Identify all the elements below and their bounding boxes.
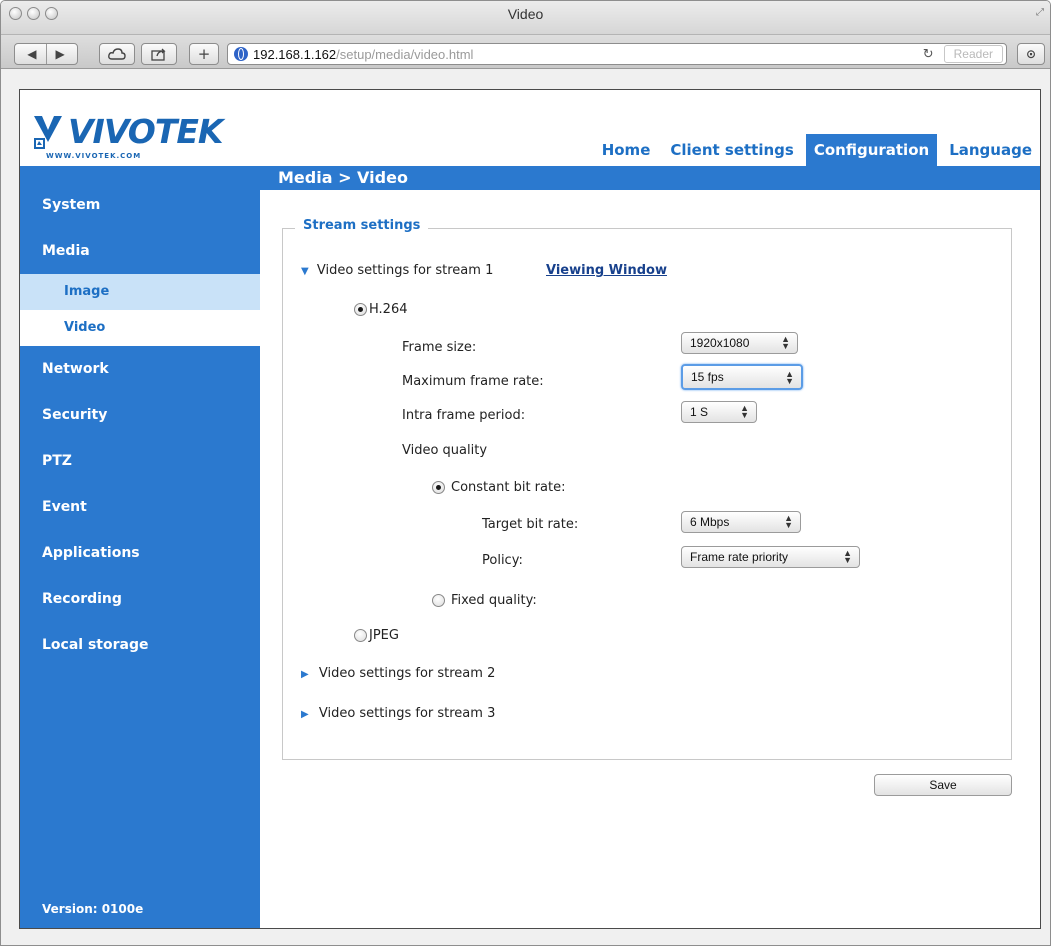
sidebar-item-applications[interactable]: Applications xyxy=(20,530,260,576)
top-navigation: Home Client settings Configuration Langu… xyxy=(590,134,1040,166)
vivotek-logo[interactable]: VIVOTEK WWW.VIVOTEK.COM xyxy=(32,112,257,162)
reader-button[interactable]: Reader xyxy=(943,45,1003,63)
select-arrows-icon: ▲ ▼ xyxy=(785,369,794,386)
select-arrows-icon: ▲ ▼ xyxy=(740,403,749,420)
target-bit-rate-value: 6 Mbps xyxy=(690,515,730,529)
logo-url: WWW.VIVOTEK.COM xyxy=(46,152,142,160)
fullscreen-icon[interactable]: ⤢ xyxy=(1036,7,1044,18)
sidebar-item-recording[interactable]: Recording xyxy=(20,576,260,622)
browser-toolbar: ◀ ▶ + 192.168.1.162 /setup/media/video.h… xyxy=(1,35,1050,69)
constant-bit-rate-radio[interactable] xyxy=(432,481,445,494)
web-page: VIVOTEK WWW.VIVOTEK.COM Home Client sett… xyxy=(19,89,1041,929)
sidebar-subitem-video[interactable]: Video xyxy=(20,310,260,346)
sidebar: System Media Image Video Network Securit… xyxy=(20,166,260,928)
sidebar-item-ptz[interactable]: PTZ xyxy=(20,438,260,484)
max-frame-rate-value: 15 fps xyxy=(691,370,724,384)
url-host: 192.168.1.162 xyxy=(253,46,337,62)
sidebar-item-security[interactable]: Security xyxy=(20,392,260,438)
fixed-quality-label: Fixed quality: xyxy=(451,593,537,608)
target-bit-rate-label: Target bit rate: xyxy=(482,517,579,532)
downloads-icon: ⊙ xyxy=(1025,47,1037,61)
fixed-quality-radio[interactable] xyxy=(432,594,445,607)
stream-settings-legend: Stream settings xyxy=(295,218,429,233)
page-header: VIVOTEK WWW.VIVOTEK.COM Home Client sett… xyxy=(20,90,1040,166)
select-arrows-icon: ▲ ▼ xyxy=(843,548,852,565)
breadcrumb-bar: Media > Video xyxy=(260,166,1040,190)
h264-label: H.264 xyxy=(369,302,408,317)
forward-icon[interactable]: ▶ xyxy=(56,47,65,61)
jpeg-option[interactable]: JPEG xyxy=(354,628,399,643)
constant-bit-rate-label: Constant bit rate: xyxy=(451,480,566,495)
target-bit-rate-select[interactable]: 6 Mbps ▲ ▼ xyxy=(681,511,801,533)
reload-icon[interactable]: ↻ xyxy=(923,47,934,62)
policy-value: Frame rate priority xyxy=(690,550,789,564)
cloud-icon xyxy=(108,48,126,60)
frame-size-label: Frame size: xyxy=(402,340,477,355)
logo-mark-icon xyxy=(34,116,62,149)
policy-select[interactable]: Frame rate priority ▲ ▼ xyxy=(681,546,860,568)
stream2-toggle[interactable]: ▶ Video settings for stream 2 xyxy=(301,666,495,681)
address-bar[interactable]: 192.168.1.162 /setup/media/video.html ↻ … xyxy=(227,43,1007,65)
fixed-quality-option[interactable]: Fixed quality: xyxy=(432,593,537,608)
sidebar-item-system[interactable]: System xyxy=(20,182,260,228)
jpeg-label: JPEG xyxy=(369,628,399,643)
title-bar: Video ⤢ xyxy=(1,1,1050,35)
jpeg-radio[interactable] xyxy=(354,629,367,642)
select-arrows-icon: ▲ ▼ xyxy=(784,513,793,530)
chevron-right-icon: ▶ xyxy=(301,669,309,680)
version-label: Version: 0100e xyxy=(42,902,144,916)
stream3-label: Video settings for stream 3 xyxy=(318,706,496,721)
logo-wordmark: VIVOTEK xyxy=(68,112,223,151)
stream1-label: Video settings for stream 1 xyxy=(316,263,494,278)
window-title: Video xyxy=(507,6,544,22)
intra-frame-period-value: 1 S xyxy=(690,405,709,419)
url-path: /setup/media/video.html xyxy=(336,46,474,62)
share-button[interactable] xyxy=(141,43,177,65)
sidebar-item-media[interactable]: Media xyxy=(20,228,260,274)
stream3-toggle[interactable]: ▶ Video settings for stream 3 xyxy=(301,706,495,721)
chevron-down-icon: ▼ xyxy=(301,266,309,277)
max-frame-rate-select[interactable]: 15 fps ▲ ▼ xyxy=(681,364,803,390)
browser-window: Video ⤢ ◀ ▶ + 192.168.1.162 /setup/media… xyxy=(0,0,1051,946)
frame-size-value: 1920x1080 xyxy=(690,336,750,350)
stream1-toggle[interactable]: ▼ Video settings for stream 1 xyxy=(301,263,493,278)
back-forward-group: ◀ ▶ xyxy=(14,43,78,65)
sidebar-item-local-storage[interactable]: Local storage xyxy=(20,622,260,668)
save-button[interactable]: Save xyxy=(874,774,1012,796)
sidebar-subitem-image[interactable]: Image xyxy=(20,274,260,310)
max-frame-rate-label: Maximum frame rate: xyxy=(402,374,544,389)
intra-frame-period-label: Intra frame period: xyxy=(402,408,526,423)
icloud-tabs-button[interactable] xyxy=(99,43,135,65)
back-icon[interactable]: ◀ xyxy=(27,47,36,61)
new-tab-button[interactable]: + xyxy=(189,43,219,65)
plus-icon: + xyxy=(197,45,211,63)
tab-client-settings[interactable]: Client settings xyxy=(662,134,801,166)
intra-frame-period-select[interactable]: 1 S ▲ ▼ xyxy=(681,401,757,423)
policy-label: Policy: xyxy=(482,553,523,568)
sidebar-item-event[interactable]: Event xyxy=(20,484,260,530)
video-quality-label: Video quality xyxy=(402,443,488,458)
chevron-right-icon: ▶ xyxy=(301,709,309,720)
h264-option[interactable]: H.264 xyxy=(354,302,408,317)
downloads-button[interactable]: ⊙ xyxy=(1017,43,1045,65)
globe-icon xyxy=(234,47,248,61)
constant-bit-rate-option[interactable]: Constant bit rate: xyxy=(432,480,565,495)
viewing-window-link[interactable]: Viewing Window xyxy=(546,263,667,278)
stream2-label: Video settings for stream 2 xyxy=(318,666,496,681)
sidebar-item-network[interactable]: Network xyxy=(20,346,260,392)
tab-language[interactable]: Language xyxy=(941,134,1040,166)
tab-home[interactable]: Home xyxy=(594,134,659,166)
select-arrows-icon: ▲ ▼ xyxy=(781,334,790,351)
frame-size-select[interactable]: 1920x1080 ▲ ▼ xyxy=(681,332,798,354)
breadcrumb: Media > Video xyxy=(278,168,408,187)
share-icon xyxy=(151,48,166,61)
h264-radio[interactable] xyxy=(354,303,367,316)
tab-configuration[interactable]: Configuration xyxy=(805,134,938,166)
